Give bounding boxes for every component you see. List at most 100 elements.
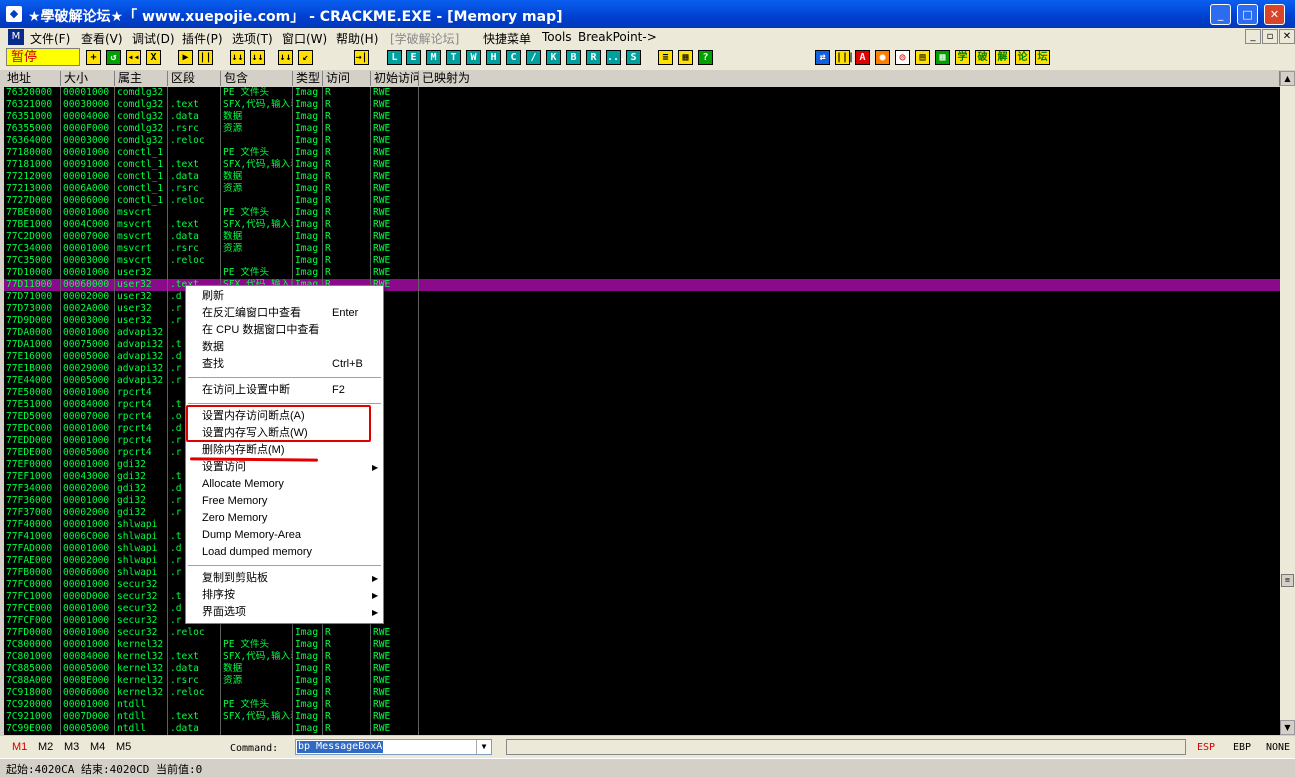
scroll-up-button[interactable]: ▲ xyxy=(1280,71,1295,86)
target-icon[interactable]: ◎ xyxy=(895,50,910,65)
table-row[interactable]: 7C918000 00006000 kernel32 .reloc Imag R RWE xyxy=(4,687,1280,699)
lun-button[interactable]: 论 xyxy=(1015,50,1030,65)
context-menu-item[interactable]: 在反汇编窗口中查看 Enter xyxy=(186,305,383,322)
breakpoints-button[interactable]: B xyxy=(566,50,581,65)
trace-into-button[interactable]: ↓↓ xyxy=(278,50,293,65)
table-row[interactable]: 77213000 0006A000 comctl_1 .rsrc 资源 Imag R RWE xyxy=(4,183,1280,195)
menu-breakpoint[interactable]: BreakPoint-> xyxy=(578,30,657,44)
reg-none[interactable]: NONE xyxy=(1266,742,1290,753)
context-menu-item[interactable]: Load dumped memory xyxy=(186,544,383,561)
tab-m2[interactable]: M2 xyxy=(38,741,53,753)
context-menu-item[interactable]: 排序按 ▶ xyxy=(186,587,383,604)
rewind-button[interactable]: ◂◂ xyxy=(126,50,141,65)
run-trace-button[interactable]: ... xyxy=(606,50,625,65)
reg-esp[interactable]: ESP xyxy=(1197,742,1215,753)
table-row[interactable]: 77181000 00091000 comctl_1 .text SFX,代码,输入表 I… xyxy=(4,159,1280,171)
context-menu-item[interactable]: 删除内存断点(M) xyxy=(186,442,383,459)
scroll-down-button[interactable]: ▼ xyxy=(1280,720,1295,735)
table-row[interactable]: 76364000 00003000 comdlg32 .reloc Imag R RWE xyxy=(4,135,1280,147)
col-contains[interactable]: 包含 xyxy=(221,71,293,86)
a-icon[interactable]: A xyxy=(855,50,870,65)
table-row[interactable]: 7C920000 00001000 ntdll PE 文件头 Imag R RWE xyxy=(4,699,1280,711)
trace-over-button[interactable]: ↙ xyxy=(298,50,313,65)
table-row[interactable]: 7C88A000 0008E000 kernel32 .rsrc 资源 Imag R RWE xyxy=(4,675,1280,687)
table-row[interactable]: 7C885000 00005000 kernel32 .data 数据 Imag R RWE xyxy=(4,663,1280,675)
mdi-child-icon[interactable]: M xyxy=(8,29,24,45)
col-initial-access[interactable]: 初始访问 xyxy=(371,71,419,86)
step-over-button[interactable]: ↓↓ xyxy=(250,50,265,65)
table-row[interactable]: 77C35000 00003000 msvcrt .reloc Imag R RWE xyxy=(4,255,1280,267)
table-row[interactable]: 76351000 00004000 comdlg32 .data 数据 Imag R RWE xyxy=(4,111,1280,123)
tab-m3[interactable]: M3 xyxy=(64,741,79,753)
call-stack-button[interactable]: K xyxy=(546,50,561,65)
table-row[interactable]: 77BE0000 00001000 msvcrt PE 文件头 Imag R RWE xyxy=(4,207,1280,219)
col-address[interactable]: 地址 xyxy=(4,71,61,86)
context-menu-item[interactable]: Allocate Memory xyxy=(186,476,383,493)
context-menu-item[interactable]: Free Memory xyxy=(186,493,383,510)
table-row[interactable]: 77180000 00001000 comctl_1 PE 文件头 Imag R RWE xyxy=(4,147,1280,159)
tool-icon[interactable]: ▤ xyxy=(915,50,930,65)
tab-m5[interactable]: M5 xyxy=(116,741,131,753)
close-button[interactable]: ✕ xyxy=(1264,4,1285,25)
restart-button[interactable]: ↺ xyxy=(106,50,121,65)
patches-button[interactable]: / xyxy=(526,50,541,65)
scroll-thumb[interactable]: ≡ xyxy=(1281,574,1294,587)
context-menu-item[interactable]: 设置访问 ▶ xyxy=(186,459,383,476)
col-mapped-as[interactable]: 已映射为 xyxy=(419,71,1280,86)
debug-options-button[interactable]: ≡ xyxy=(658,50,673,65)
menu-shortcut[interactable]: 快捷菜单 xyxy=(483,30,531,47)
menu-help[interactable]: 帮助(H) xyxy=(336,30,378,47)
memory-map-button[interactable]: M xyxy=(426,50,441,65)
chevron-down-icon[interactable]: ▼ xyxy=(476,740,491,754)
command-input[interactable]: bp MessageBoxA ▼ xyxy=(295,739,492,755)
context-menu-item[interactable]: 在 CPU 数据窗口中查看 xyxy=(186,322,383,339)
references-button[interactable]: R xyxy=(586,50,601,65)
context-menu-item[interactable]: 查找 Ctrl+B xyxy=(186,356,383,373)
minimize-button[interactable]: _ xyxy=(1210,4,1231,25)
context-menu-item[interactable]: 复制到剪贴板 ▶ xyxy=(186,570,383,587)
dot-icon[interactable]: ● xyxy=(875,50,890,65)
context-menu-item[interactable]: Zero Memory xyxy=(186,510,383,527)
table-row[interactable]: 77212000 00001000 comctl_1 .data 数据 Imag R RWE xyxy=(4,171,1280,183)
mdi-minimize-button[interactable]: _ xyxy=(1245,29,1261,44)
menu-window[interactable]: 窗口(W) xyxy=(282,30,327,47)
help-button[interactable]: ? xyxy=(698,50,713,65)
menu-plugins[interactable]: 插件(P) xyxy=(182,30,223,47)
table-row[interactable]: 77BE1000 0004C000 msvcrt .text SFX,代码,输入表 Ima… xyxy=(4,219,1280,231)
xue-button[interactable]: 学 xyxy=(955,50,970,65)
table-row[interactable]: 77FD0000 00001000 secur32 .reloc Imag R RWE xyxy=(4,627,1280,639)
table-row[interactable]: 7C801000 00084000 kernel32 .text SFX,代码,输入表 I… xyxy=(4,651,1280,663)
mdi-close-button[interactable]: ✕ xyxy=(1279,29,1295,44)
step-into-button[interactable]: ↓↓ xyxy=(230,50,245,65)
table-row[interactable]: 77C2D000 00007000 msvcrt .data 数据 Imag R RWE xyxy=(4,231,1280,243)
context-menu-item[interactable]: Dump Memory-Area xyxy=(186,527,383,544)
col-owner[interactable]: 属主 xyxy=(115,71,168,86)
swap-icon[interactable]: ⇄ xyxy=(815,50,830,65)
run-button[interactable]: ▶ xyxy=(178,50,193,65)
col-size[interactable]: 大小 xyxy=(61,71,115,86)
menu-options[interactable]: 选项(T) xyxy=(232,30,273,47)
col-section[interactable]: 区段 xyxy=(168,71,221,86)
table-row[interactable]: 7C99E000 00005000 ntdll .data Imag R RWE xyxy=(4,723,1280,735)
col-type[interactable]: 类型 xyxy=(293,71,323,86)
menu-debug[interactable]: 调试(D) xyxy=(132,30,175,47)
context-menu-item[interactable]: 数据 xyxy=(186,339,383,356)
tab-m1[interactable]: M1 xyxy=(12,741,27,753)
source-button[interactable]: S xyxy=(626,50,641,65)
jie-button[interactable]: 解 xyxy=(995,50,1010,65)
table-row[interactable]: 77C34000 00001000 msvcrt .rsrc 资源 Imag R RWE xyxy=(4,243,1280,255)
table-row[interactable]: 76355000 0000F000 comdlg32 .rsrc 资源 Imag R RWE xyxy=(4,123,1280,135)
tan-button[interactable]: 坛 xyxy=(1035,50,1050,65)
handles-button[interactable]: H xyxy=(486,50,501,65)
command-value[interactable]: bp MessageBoxA xyxy=(297,741,384,753)
windows-button[interactable]: W xyxy=(466,50,481,65)
context-menu-item[interactable]: 界面选项 ▶ xyxy=(186,604,383,621)
menu-file[interactable]: 文件(F) xyxy=(30,30,70,47)
grid-icon[interactable]: ▦ xyxy=(935,50,950,65)
execute-till-return-button[interactable]: →| xyxy=(354,50,369,65)
tab-m4[interactable]: M4 xyxy=(90,741,105,753)
table-row[interactable]: 7727D000 00006000 comctl_1 .reloc Imag R RWE xyxy=(4,195,1280,207)
executable-modules-button[interactable]: E xyxy=(406,50,421,65)
table-row[interactable]: 7C800000 00001000 kernel32 PE 文件头 Imag R RWE xyxy=(4,639,1280,651)
table-row[interactable]: 76320000 00001000 comdlg32 PE 文件头 Imag R RWE xyxy=(4,87,1280,99)
